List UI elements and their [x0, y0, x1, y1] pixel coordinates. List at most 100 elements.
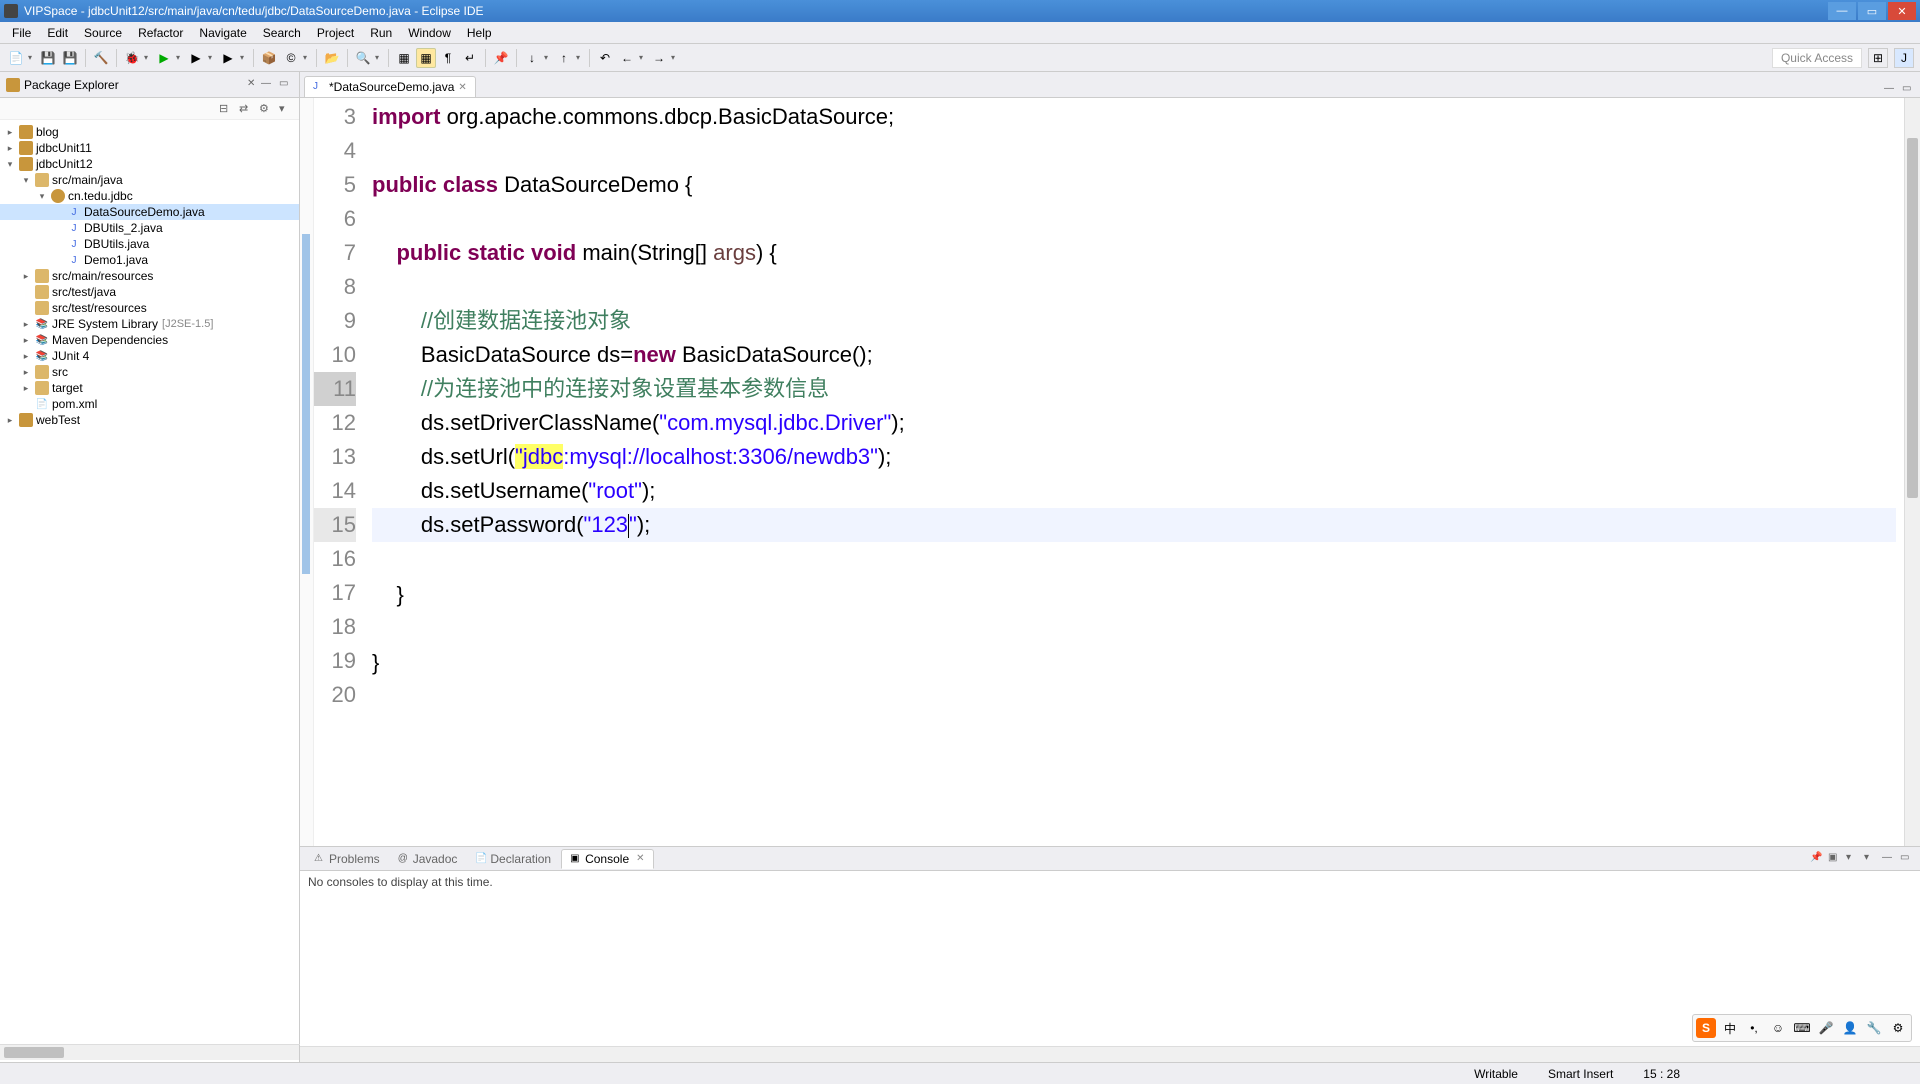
tab-console[interactable]: ▣Console✕	[561, 849, 653, 869]
view-close-icon[interactable]: ✕	[247, 78, 261, 92]
open-type-button[interactable]: 📂	[322, 48, 342, 68]
editor-maximize-icon[interactable]: ▭	[1902, 83, 1916, 97]
java-perspective-button[interactable]: J	[1894, 48, 1914, 68]
tree-src-main-resources[interactable]: ▸src/main/resources	[0, 268, 299, 284]
new-dropdown[interactable]: ▾	[28, 53, 36, 62]
menu-run[interactable]: Run	[362, 24, 400, 42]
tree-maven-deps[interactable]: ▸📚Maven Dependencies	[0, 332, 299, 348]
new-button[interactable]: 📄	[6, 48, 26, 68]
pin-button[interactable]: 📌	[491, 48, 511, 68]
ime-settings-button[interactable]: ⚙	[1888, 1018, 1908, 1038]
tree-target-folder[interactable]: ▸target	[0, 380, 299, 396]
forward-button[interactable]: →	[649, 48, 669, 68]
editor-minimize-icon[interactable]: —	[1884, 83, 1898, 97]
save-all-button[interactable]: 💾	[60, 48, 80, 68]
collapse-all-icon[interactable]: ⊟	[219, 102, 233, 116]
tree-junit[interactable]: ▸📚JUnit 4	[0, 348, 299, 364]
tree-file-dbutils2[interactable]: JDBUtils_2.java	[0, 220, 299, 236]
debug-button[interactable]: 🐞	[122, 48, 142, 68]
next-annotation-dropdown[interactable]: ▾	[544, 53, 552, 62]
new-package-button[interactable]: 📦	[259, 48, 279, 68]
tree-src-test-resources[interactable]: src/test/resources	[0, 300, 299, 316]
ime-punct-button[interactable]: •,	[1744, 1018, 1764, 1038]
show-whitespace-button[interactable]: ¶	[438, 48, 458, 68]
coverage-button[interactable]: ▶	[186, 48, 206, 68]
menu-source[interactable]: Source	[76, 24, 130, 42]
prev-annotation-button[interactable]: ↑	[554, 48, 574, 68]
tree-pom-xml[interactable]: 📄pom.xml	[0, 396, 299, 412]
tree-project-jdbcunit12[interactable]: ▾jdbcUnit12	[0, 156, 299, 172]
menu-help[interactable]: Help	[459, 24, 500, 42]
ime-skin-button[interactable]: 👤	[1840, 1018, 1860, 1038]
console-new-dropdown[interactable]: ▾	[1864, 852, 1878, 866]
focus-icon[interactable]: ⚙	[259, 102, 273, 116]
tree-src-folder[interactable]: ▸src	[0, 364, 299, 380]
new-class-dropdown[interactable]: ▾	[303, 53, 311, 62]
forward-dropdown[interactable]: ▾	[671, 53, 679, 62]
debug-dropdown[interactable]: ▾	[144, 53, 152, 62]
run-button[interactable]: ▶	[154, 48, 174, 68]
tab-declaration[interactable]: 📄Declaration	[467, 850, 559, 868]
quick-access-input[interactable]: Quick Access	[1772, 48, 1862, 68]
save-button[interactable]: 💾	[38, 48, 58, 68]
view-maximize-icon[interactable]: ▭	[279, 78, 293, 92]
editor-horizontal-scrollbar[interactable]	[300, 1047, 1920, 1062]
code-editor[interactable]: 3 4 5 6 7 8 9 10 11 12 13 14 15 16 17 18…	[300, 98, 1920, 846]
next-annotation-button[interactable]: ↓	[522, 48, 542, 68]
prev-annotation-dropdown[interactable]: ▾	[576, 53, 584, 62]
tab-problems[interactable]: ⚠Problems	[306, 850, 388, 868]
console-open-dropdown[interactable]: ▾	[1846, 852, 1860, 866]
console-minimize-icon[interactable]: —	[1882, 852, 1896, 866]
toggle-word-wrap-button[interactable]: ↵	[460, 48, 480, 68]
menu-search[interactable]: Search	[255, 24, 309, 42]
tree-file-dbutils[interactable]: JDBUtils.java	[0, 236, 299, 252]
editor-vertical-scrollbar[interactable]	[1904, 98, 1920, 846]
tree-project-webtest[interactable]: ▸webTest	[0, 412, 299, 428]
minimize-button[interactable]: —	[1828, 2, 1856, 20]
view-menu-icon[interactable]: ▾	[279, 102, 293, 116]
console-maximize-icon[interactable]: ▭	[1900, 852, 1914, 866]
tree-package[interactable]: ▾cn.tedu.jdbc	[0, 188, 299, 204]
menu-refactor[interactable]: Refactor	[130, 24, 191, 42]
new-class-button[interactable]: ©	[281, 48, 301, 68]
sogou-icon[interactable]: S	[1696, 1018, 1716, 1038]
menu-window[interactable]: Window	[400, 24, 459, 42]
scrollbar-thumb[interactable]	[1907, 138, 1918, 498]
coverage-dropdown[interactable]: ▾	[208, 53, 216, 62]
ime-voice-button[interactable]: 🎤	[1816, 1018, 1836, 1038]
view-minimize-icon[interactable]: —	[261, 78, 275, 92]
sidebar-horizontal-scrollbar[interactable]	[0, 1045, 300, 1060]
back-button[interactable]: ←	[617, 48, 637, 68]
tree-project-blog[interactable]: ▸blog	[0, 124, 299, 140]
tree-file-demo1[interactable]: JDemo1.java	[0, 252, 299, 268]
external-dropdown[interactable]: ▾	[240, 53, 248, 62]
search-dropdown[interactable]: ▾	[375, 53, 383, 62]
back-dropdown[interactable]: ▾	[639, 53, 647, 62]
tab-javadoc[interactable]: @Javadoc	[390, 850, 466, 868]
toggle-block-button[interactable]: ▦	[416, 48, 436, 68]
maximize-button[interactable]: ▭	[1858, 2, 1886, 20]
close-button[interactable]: ✕	[1888, 2, 1916, 20]
tree-src-test-java[interactable]: src/test/java	[0, 284, 299, 300]
console-display-icon[interactable]: ▣	[1828, 852, 1842, 866]
link-editor-icon[interactable]: ⇄	[239, 102, 253, 116]
menu-file[interactable]: File	[4, 24, 39, 42]
tree-jre-library[interactable]: ▸📚JRE System Library[J2SE-1.5]	[0, 316, 299, 332]
search-button[interactable]: 🔍	[353, 48, 373, 68]
ime-emoji-button[interactable]: ☺	[1768, 1018, 1788, 1038]
console-pin-icon[interactable]: 📌	[1810, 852, 1824, 866]
code-content[interactable]: import org.apache.commons.dbcp.BasicData…	[364, 98, 1904, 846]
last-edit-button[interactable]: ↶	[595, 48, 615, 68]
tree-src-main-java[interactable]: ▾src/main/java	[0, 172, 299, 188]
ime-lang-button[interactable]: 中	[1720, 1018, 1740, 1038]
ime-keyboard-button[interactable]: ⌨	[1792, 1018, 1812, 1038]
console-close-icon[interactable]: ✕	[636, 853, 644, 864]
menu-navigate[interactable]: Navigate	[191, 24, 254, 42]
editor-tab[interactable]: J *DataSourceDemo.java ✕	[304, 76, 476, 97]
tree-project-jdbcunit11[interactable]: ▸jdbcUnit11	[0, 140, 299, 156]
open-perspective-button[interactable]: ⊞	[1868, 48, 1888, 68]
build-button[interactable]: 🔨	[91, 48, 111, 68]
ime-tool-button[interactable]: 🔧	[1864, 1018, 1884, 1038]
menu-edit[interactable]: Edit	[39, 24, 76, 42]
run-dropdown[interactable]: ▾	[176, 53, 184, 62]
